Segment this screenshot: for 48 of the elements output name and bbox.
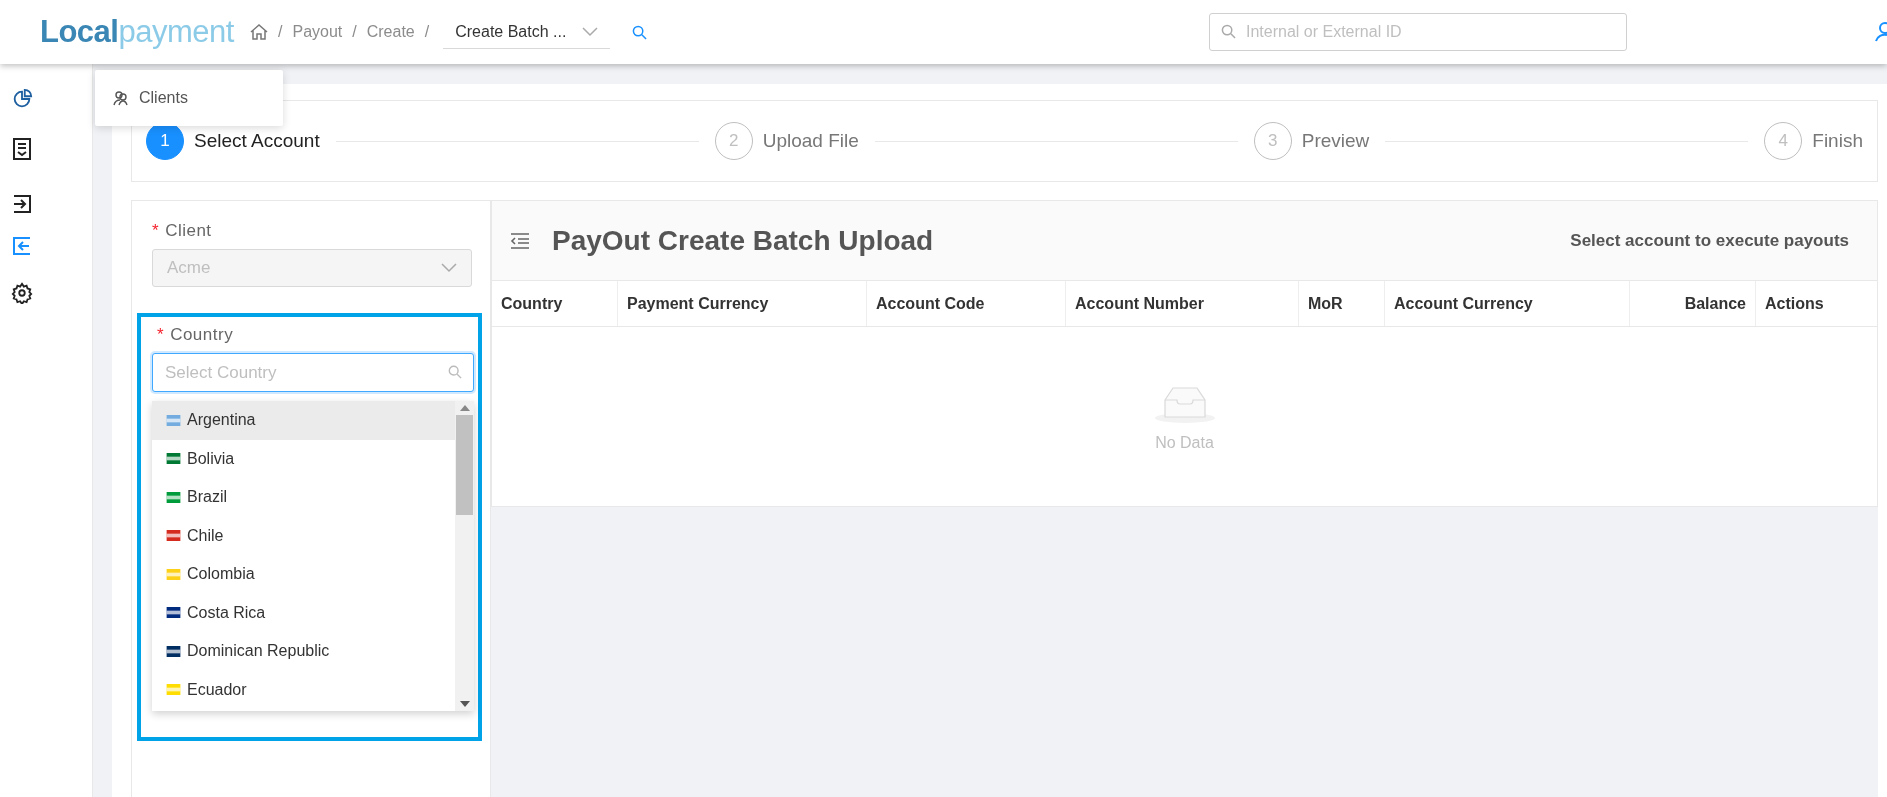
field-label: Client xyxy=(165,221,212,241)
column-header: MoR xyxy=(1299,281,1385,326)
scroll-down-icon[interactable] xyxy=(459,701,470,707)
step-number: 3 xyxy=(1253,122,1292,160)
page-select[interactable]: Create Batch ... xyxy=(443,15,611,49)
breadcrumb-separator: / xyxy=(278,23,283,41)
column-header: Balance xyxy=(1630,281,1756,326)
search-icon xyxy=(632,24,648,40)
required-mark: * xyxy=(157,325,165,345)
collapse-menu-icon[interactable] xyxy=(510,232,530,249)
column-header: Account Code xyxy=(867,281,1066,326)
chevron-down-icon xyxy=(441,263,457,273)
field-label: Country xyxy=(170,325,234,345)
breadcrumb-separator: / xyxy=(352,23,357,41)
breadcrumb-separator: / xyxy=(424,23,430,41)
logout-icon xyxy=(12,236,32,256)
document-icon xyxy=(12,138,32,160)
step-label: Preview xyxy=(1301,130,1370,152)
step-label: Select Account xyxy=(194,130,320,152)
table-subtitle: Select account to execute payouts xyxy=(1570,230,1849,251)
search-icon xyxy=(1221,24,1236,39)
users-icon xyxy=(113,90,129,106)
settings-icon xyxy=(11,282,33,304)
scroll-up-icon[interactable] xyxy=(459,405,470,411)
required-mark: * xyxy=(152,221,160,241)
pie-chart-icon xyxy=(11,88,33,110)
user-icon[interactable] xyxy=(1875,22,1887,42)
clients-popup[interactable]: Clients xyxy=(95,70,283,126)
column-header: Country xyxy=(492,281,618,326)
column-header: Account Number xyxy=(1066,281,1299,326)
empty-message: No Data xyxy=(1155,433,1214,452)
column-header: Actions xyxy=(1764,293,1825,314)
logo[interactable]: Localpayment xyxy=(40,14,250,50)
column-header: Account Currency xyxy=(1385,281,1630,326)
step-label: Finish xyxy=(1812,130,1863,152)
step-number: 4 xyxy=(1764,122,1803,160)
home-icon[interactable] xyxy=(250,23,268,41)
country-search-field[interactable]: Select Country xyxy=(152,353,474,392)
login-icon xyxy=(12,194,32,214)
column-header: Payment Currency xyxy=(618,281,867,326)
search-icon xyxy=(448,365,462,379)
step-label: Upload File xyxy=(762,130,859,152)
id-search-field[interactable]: Internal or External ID xyxy=(1209,13,1627,51)
table-title: PayOut Create Batch Upload xyxy=(552,224,934,257)
step-number: 2 xyxy=(714,122,753,160)
country-option[interactable]: Argentina xyxy=(152,401,455,440)
chevron-down-icon xyxy=(582,26,599,37)
scrollbar[interactable] xyxy=(455,401,474,711)
